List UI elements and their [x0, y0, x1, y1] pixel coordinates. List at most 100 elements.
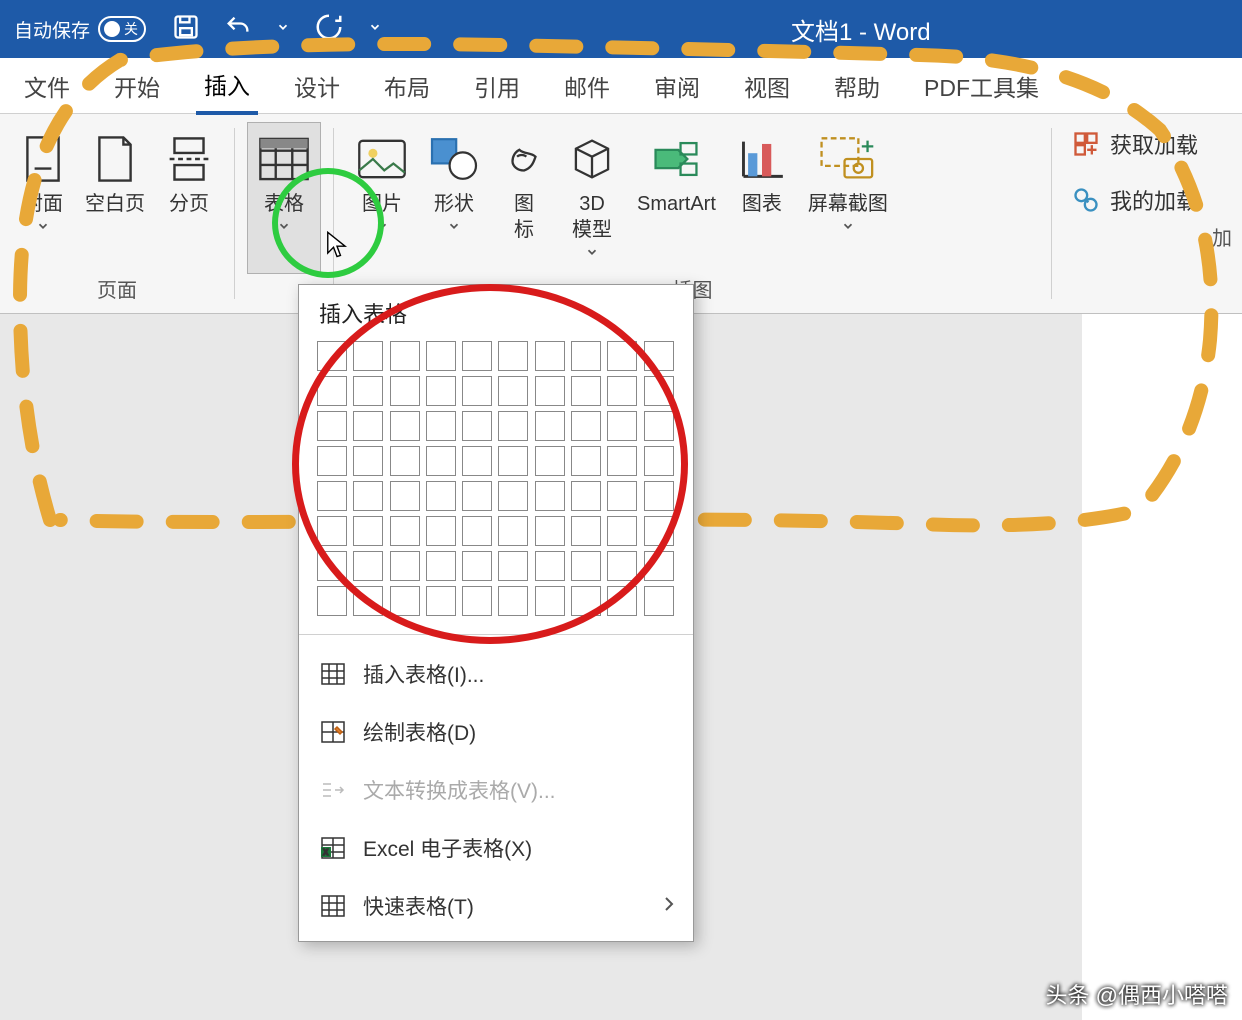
quick-tables-item[interactable]: 快速表格(T) — [299, 877, 693, 935]
grid-cell[interactable] — [498, 376, 528, 406]
grid-cell[interactable] — [498, 411, 528, 441]
grid-cell[interactable] — [462, 516, 492, 546]
grid-cell[interactable] — [498, 481, 528, 511]
chevron-down-icon[interactable] — [276, 20, 290, 39]
grid-cell[interactable] — [571, 586, 601, 616]
grid-cell[interactable] — [390, 586, 420, 616]
grid-cell[interactable] — [607, 551, 637, 581]
grid-cell[interactable] — [607, 516, 637, 546]
grid-cell[interactable] — [498, 516, 528, 546]
grid-cell[interactable] — [535, 341, 565, 371]
page-break-button[interactable]: 分页 — [156, 122, 222, 268]
grid-cell[interactable] — [353, 586, 383, 616]
grid-cell[interactable] — [317, 516, 347, 546]
tab-file[interactable]: 文件 — [16, 59, 78, 113]
grid-cell[interactable] — [462, 551, 492, 581]
draw-table-item[interactable]: 绘制表格(D) — [299, 703, 693, 761]
grid-cell[interactable] — [571, 446, 601, 476]
grid-cell[interactable] — [535, 551, 565, 581]
tab-insert[interactable]: 插入 — [196, 57, 258, 115]
grid-cell[interactable] — [317, 481, 347, 511]
grid-cell[interactable] — [535, 376, 565, 406]
grid-cell[interactable] — [644, 551, 674, 581]
save-icon[interactable] — [172, 13, 200, 46]
tab-help[interactable]: 帮助 — [826, 59, 888, 113]
grid-cell[interactable] — [462, 411, 492, 441]
grid-cell[interactable] — [353, 481, 383, 511]
tab-layout[interactable]: 布局 — [376, 59, 438, 113]
grid-cell[interactable] — [317, 586, 347, 616]
grid-cell[interactable] — [390, 481, 420, 511]
grid-cell[interactable] — [462, 586, 492, 616]
grid-cell[interactable] — [535, 446, 565, 476]
grid-cell[interactable] — [535, 516, 565, 546]
grid-cell[interactable] — [462, 481, 492, 511]
grid-cell[interactable] — [607, 341, 637, 371]
grid-cell[interactable] — [317, 341, 347, 371]
page-surface[interactable] — [1082, 314, 1242, 1020]
chart-button[interactable]: 图表 — [727, 122, 797, 268]
grid-cell[interactable] — [390, 551, 420, 581]
grid-cell[interactable] — [498, 446, 528, 476]
grid-cell[interactable] — [390, 341, 420, 371]
insert-table-item[interactable]: 插入表格(I)... — [299, 645, 693, 703]
excel-spreadsheet-item[interactable]: X Excel 电子表格(X) — [299, 819, 693, 877]
tab-pdf-tools[interactable]: PDF工具集 — [916, 59, 1047, 113]
tab-design[interactable]: 设计 — [286, 59, 348, 113]
grid-cell[interactable] — [535, 586, 565, 616]
grid-cell[interactable] — [644, 376, 674, 406]
grid-cell[interactable] — [317, 376, 347, 406]
grid-cell[interactable] — [390, 376, 420, 406]
grid-cell[interactable] — [644, 586, 674, 616]
grid-cell[interactable] — [426, 446, 456, 476]
table-button[interactable]: 表格 — [247, 122, 321, 274]
grid-cell[interactable] — [498, 341, 528, 371]
grid-cell[interactable] — [390, 516, 420, 546]
grid-cell[interactable] — [644, 341, 674, 371]
my-addins-button[interactable]: 我的加载 — [1072, 184, 1242, 216]
grid-cell[interactable] — [535, 411, 565, 441]
grid-cell[interactable] — [607, 411, 637, 441]
grid-cell[interactable] — [317, 411, 347, 441]
grid-cell[interactable] — [426, 551, 456, 581]
grid-cell[interactable] — [426, 411, 456, 441]
redo-icon[interactable] — [314, 12, 344, 47]
grid-cell[interactable] — [607, 481, 637, 511]
grid-cell[interactable] — [644, 446, 674, 476]
get-addins-button[interactable]: 获取加载 — [1072, 128, 1242, 160]
grid-cell[interactable] — [317, 551, 347, 581]
tab-review[interactable]: 审阅 — [646, 59, 708, 113]
grid-cell[interactable] — [498, 586, 528, 616]
grid-cell[interactable] — [353, 411, 383, 441]
grid-cell[interactable] — [426, 586, 456, 616]
cover-page-button[interactable]: 封面 — [12, 122, 74, 268]
tab-view[interactable]: 视图 — [736, 59, 798, 113]
grid-cell[interactable] — [571, 341, 601, 371]
3d-models-button[interactable]: 3D 模型 — [558, 122, 626, 268]
grid-cell[interactable] — [462, 376, 492, 406]
grid-cell[interactable] — [390, 411, 420, 441]
grid-cell[interactable] — [498, 551, 528, 581]
grid-cell[interactable] — [535, 481, 565, 511]
shapes-button[interactable]: 形状 — [418, 122, 490, 268]
autosave-toggle[interactable]: 关 — [98, 16, 146, 42]
tab-mail[interactable]: 邮件 — [556, 59, 618, 113]
screenshot-button[interactable]: 屏幕截图 — [797, 122, 899, 268]
grid-cell[interactable] — [571, 516, 601, 546]
table-size-grid[interactable] — [299, 341, 693, 630]
chevron-down-icon[interactable] — [368, 20, 382, 39]
tab-references[interactable]: 引用 — [466, 59, 528, 113]
tab-home[interactable]: 开始 — [106, 59, 168, 113]
grid-cell[interactable] — [607, 446, 637, 476]
grid-cell[interactable] — [426, 341, 456, 371]
grid-cell[interactable] — [571, 411, 601, 441]
blank-page-button[interactable]: 空白页 — [74, 122, 156, 268]
grid-cell[interactable] — [462, 341, 492, 371]
pictures-button[interactable]: 图片 — [346, 122, 418, 268]
grid-cell[interactable] — [426, 516, 456, 546]
grid-cell[interactable] — [462, 446, 492, 476]
icons-button[interactable]: 图 标 — [490, 122, 558, 268]
grid-cell[interactable] — [390, 446, 420, 476]
grid-cell[interactable] — [571, 376, 601, 406]
grid-cell[interactable] — [571, 551, 601, 581]
